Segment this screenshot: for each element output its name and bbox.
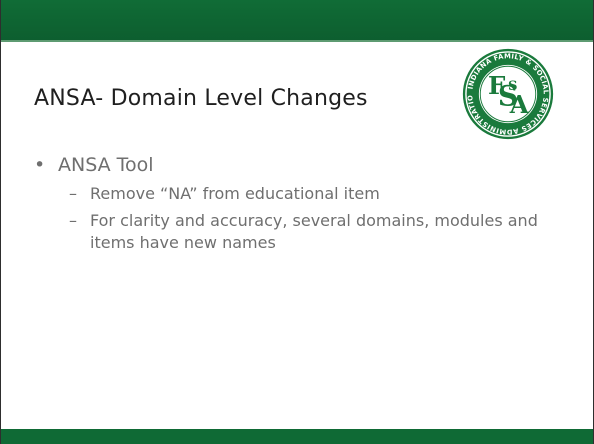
sub-item-mark: – (69, 184, 77, 203)
header-divider (1, 40, 593, 42)
sub-item: – For clarity and accuracy, several doma… (34, 210, 564, 254)
sub-item-text: Remove “NA” from educational item (90, 184, 380, 203)
fssa-logo-icon: INDIANA FAMILY & SOCIAL SERVICES ADMINIS… (461, 47, 554, 140)
slide-content: • ANSA Tool – Remove “NA” from education… (34, 152, 564, 259)
sub-item-mark: – (69, 211, 77, 230)
svg-text:S: S (508, 79, 518, 94)
slide-title: ANSA- Domain Level Changes (34, 86, 368, 111)
footer-band (1, 429, 593, 444)
sub-item: – Remove “NA” from educational item (34, 183, 564, 205)
sub-item-text: For clarity and accuracy, several domain… (90, 211, 538, 252)
bullet-text: ANSA Tool (58, 154, 154, 176)
slide: ANSA- Domain Level Changes INDIANA FAMIL… (0, 0, 594, 444)
header-band (1, 0, 593, 41)
sub-list: – Remove “NA” from educational item – Fo… (34, 183, 564, 254)
bullet-item: • ANSA Tool (34, 152, 564, 179)
bullet-mark: • (34, 154, 46, 176)
